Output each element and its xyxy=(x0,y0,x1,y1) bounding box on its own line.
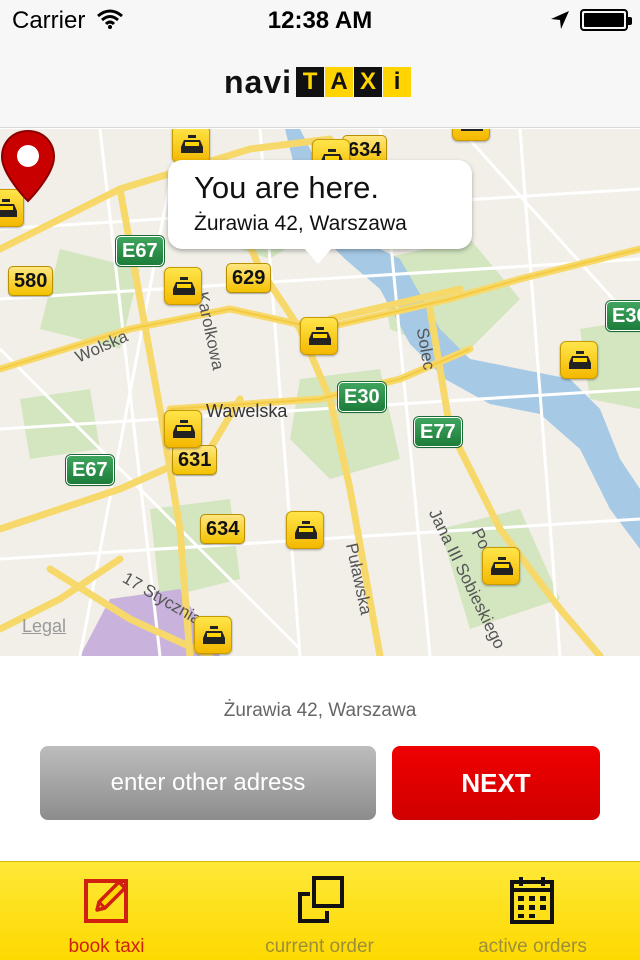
taxi-car-icon xyxy=(181,135,203,153)
tab-current-order[interactable]: current order xyxy=(213,862,426,960)
taxi-marker[interactable] xyxy=(300,317,338,355)
euro-route-badge: E77 xyxy=(413,416,463,448)
taxi-car-icon xyxy=(173,420,195,438)
callout-title: You are here. xyxy=(194,170,380,205)
logo-navi-text: navi xyxy=(224,64,293,100)
navigation-bar: navi T A X i xyxy=(0,40,640,128)
taxi-marker[interactable] xyxy=(286,511,324,549)
navitaxi-logo: navi T A X i xyxy=(224,66,412,98)
location-callout[interactable]: You are here. Żurawia 42, Warszawa xyxy=(168,160,472,264)
taxi-car-icon xyxy=(295,521,317,539)
map-view[interactable]: Wolska Karolkowa Wawelska Solec Puławska… xyxy=(0,129,640,656)
taxi-car-icon xyxy=(569,351,591,369)
tab-bar: book taxi current order active orders xyxy=(0,861,640,960)
euro-route-badge: E30 xyxy=(605,300,640,332)
current-address: Żurawia 42, Warszawa xyxy=(223,700,417,721)
logo-letter: i xyxy=(383,67,412,97)
location-arrow-icon xyxy=(551,11,569,29)
taxi-car-icon xyxy=(309,327,331,345)
battery-icon xyxy=(580,9,632,31)
euro-route-badge: E30 xyxy=(337,381,387,413)
clock: 12:38 AM xyxy=(267,7,373,34)
location-pin-icon[interactable] xyxy=(0,129,56,203)
taxi-marker[interactable] xyxy=(482,547,520,585)
taxi-car-icon xyxy=(461,129,483,131)
callout-tail xyxy=(304,248,332,264)
taxi-car-icon xyxy=(203,626,225,644)
logo-taxi-letters: T A X i xyxy=(296,67,412,97)
tab-label: book taxi xyxy=(68,936,145,957)
enter-other-address-button[interactable]: enter other adress xyxy=(40,746,376,820)
route-number-badge: 580 xyxy=(8,266,54,296)
route-number-badge: 629 xyxy=(226,263,272,293)
taxi-marker[interactable] xyxy=(164,410,202,448)
taxi-car-icon xyxy=(491,557,513,575)
legal-link[interactable]: Legal xyxy=(22,616,66,637)
street-label: Wawelska xyxy=(206,401,288,421)
route-number-badge: 634 xyxy=(200,514,246,544)
calendar-grid-icon xyxy=(510,877,554,924)
logo-letter: A xyxy=(325,67,354,97)
taxi-marker[interactable] xyxy=(172,129,210,163)
battery-tip xyxy=(628,17,632,25)
logo-letter: X xyxy=(354,67,383,97)
taxi-marker[interactable] xyxy=(560,341,598,379)
tab-active-orders[interactable]: active orders xyxy=(426,862,639,960)
euro-route-badge: E67 xyxy=(115,235,165,267)
pencil-square-icon xyxy=(84,879,128,923)
overlapping-squares-icon xyxy=(298,876,344,923)
logo-letter: T xyxy=(296,67,325,97)
battery-fill xyxy=(584,13,624,27)
taxi-car-icon xyxy=(173,277,195,295)
euro-route-badge: E67 xyxy=(65,454,115,486)
next-button[interactable]: NEXT xyxy=(392,746,600,820)
taxi-marker[interactable] xyxy=(452,129,490,141)
tab-label: current order xyxy=(265,936,374,957)
callout-address: Żurawia 42, Warszawa xyxy=(194,212,407,235)
taxi-marker[interactable] xyxy=(164,267,202,305)
tab-label: active orders xyxy=(478,936,587,957)
taxi-marker[interactable] xyxy=(194,616,232,654)
status-bar: Carrier 12:38 AM xyxy=(0,0,640,40)
tab-book-taxi[interactable]: book taxi xyxy=(0,862,213,960)
route-number-badge: 631 xyxy=(172,445,218,475)
